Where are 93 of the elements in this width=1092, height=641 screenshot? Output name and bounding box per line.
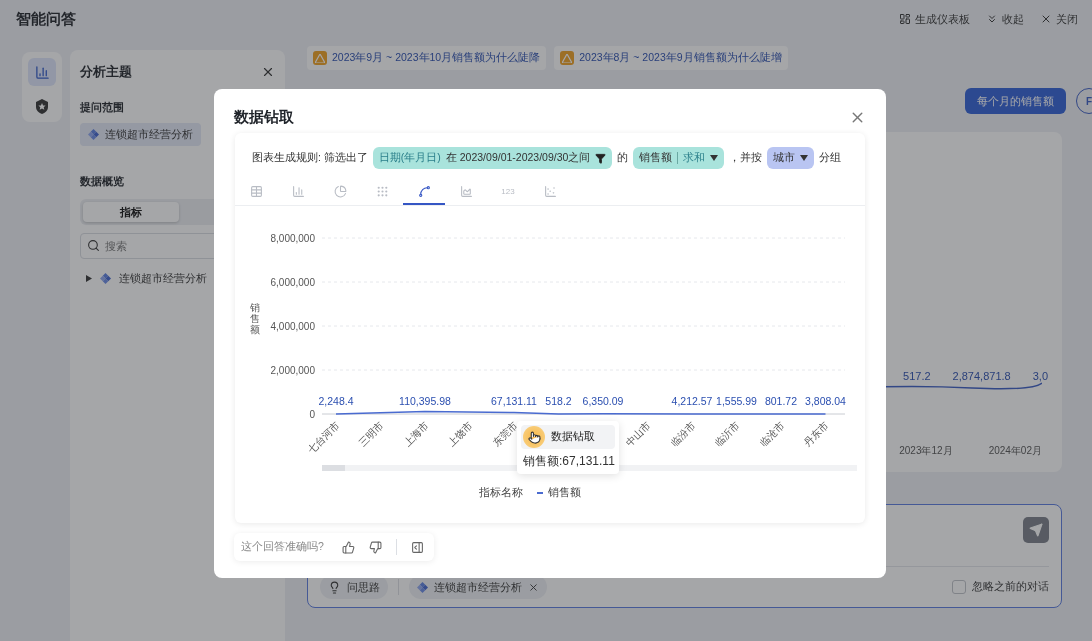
dashboard-icon <box>899 13 911 25</box>
data-label: 3,808.04 <box>805 395 846 407</box>
axis-category-label: 临沧市 <box>757 419 787 449</box>
data-label: 4,212.57 <box>671 395 713 407</box>
data-label: 518.2 <box>545 395 572 407</box>
segment-tab[interactable]: 指标 <box>83 202 179 222</box>
filter-icon <box>595 152 607 164</box>
group-pill[interactable]: 城市 <box>767 147 815 169</box>
header-action[interactable]: 关闭 <box>1040 11 1078 27</box>
bar-chart-icon <box>34 64 50 80</box>
axis-category-label: 临沂市 <box>712 419 742 449</box>
axis-category-label: 东莞市 <box>490 419 520 449</box>
axis-category-label: 中山市 <box>623 419 653 449</box>
data-label: 6,350.09 <box>582 395 624 407</box>
search-icon <box>87 239 100 252</box>
close-icon <box>1040 13 1052 25</box>
panel-icon <box>410 540 424 554</box>
expand-caret-icon[interactable] <box>86 275 92 282</box>
filter-pill[interactable]: 日期(年月日) 在 2023/09/01-2023/09/30之间 <box>372 147 613 169</box>
star-badge-icon <box>35 98 49 114</box>
close-icon <box>261 65 275 79</box>
axis-title: 销售额 <box>250 302 260 335</box>
close-button[interactable] <box>261 65 275 79</box>
measure-pill[interactable]: 销售额 求和 <box>633 147 725 169</box>
axis-category-label: 丹东市 <box>801 419 831 449</box>
warning-icon <box>313 51 327 65</box>
data-label: 1,555.99 <box>716 395 757 407</box>
header-action[interactable]: 收起 <box>986 11 1024 27</box>
table-icon <box>249 184 263 198</box>
data-label: 517.2 <box>903 370 931 382</box>
data-label: 3,0 <box>1032 370 1048 382</box>
rule-text: ，并按 <box>729 151 763 165</box>
axis-tick-label: 4,000,000 <box>270 321 315 332</box>
rule-text: 图表生成规则: 筛选出了 <box>252 151 368 165</box>
axis-category-label: 上海市 <box>401 419 431 449</box>
axis-tick-label: 2,000,000 <box>270 365 315 376</box>
bar-chart-icon <box>291 184 305 198</box>
data-label: 67,131.11 <box>491 395 537 407</box>
lightbulb-icon <box>328 580 341 594</box>
feedback-question: 这个回答准确吗? <box>241 540 324 554</box>
axis-category-label: 上饶市 <box>445 419 475 449</box>
axis-category-label: 2023年12月 <box>899 444 953 458</box>
axis-category-label: 三明市 <box>356 419 386 449</box>
rule-text: 的 <box>617 151 629 165</box>
tooltip-reading: 销售额:67,131.11 <box>522 453 615 470</box>
rail-button[interactable] <box>28 58 56 86</box>
legend-item[interactable]: 销售额 <box>537 486 581 500</box>
thumbs-down-icon <box>368 540 382 554</box>
chevrons-down-icon <box>986 13 998 25</box>
query-button[interactable]: 每个月的销售额 <box>965 88 1066 114</box>
tree-item[interactable]: 连锁超市经营分析 <box>119 271 207 286</box>
rule-text: 分组 <box>819 151 842 165</box>
axis-category-label: 七台河市 <box>305 419 342 456</box>
drill-button[interactable]: 数据钻取 <box>521 425 615 449</box>
topic-icon <box>100 273 111 284</box>
axis-tick-label: 6,000,000 <box>270 277 315 288</box>
topic-icon <box>88 129 99 140</box>
section-label: 提问范围 <box>80 100 125 115</box>
scatter-icon <box>543 184 557 198</box>
section-label: 数据概览 <box>80 174 125 189</box>
dialog-title: 数据钻取 <box>234 107 294 127</box>
axis-category-label: 2024年02月 <box>988 444 1042 458</box>
thumbs-up-icon <box>341 540 355 554</box>
scrollbar-thumb[interactable] <box>322 465 345 471</box>
send-icon <box>1029 523 1043 537</box>
panel-button[interactable] <box>410 540 424 554</box>
topic-icon <box>417 581 428 593</box>
header-action[interactable]: 生成仪表板 <box>899 11 970 27</box>
warning-icon <box>560 51 575 65</box>
data-label: 2,248.4 <box>318 395 354 407</box>
line-chart-icon <box>417 184 431 198</box>
pie-chart-icon <box>333 184 347 198</box>
thumbs-up-button[interactable] <box>341 540 355 554</box>
axis-category-label: 临汾市 <box>668 419 698 449</box>
legend-title: 指标名称 <box>479 486 523 500</box>
thumbs-down-button[interactable] <box>368 540 382 554</box>
panel-title: 分析主题 <box>80 63 132 81</box>
checkbox[interactable] <box>952 580 966 594</box>
caret-icon <box>800 155 809 161</box>
suggestion-chip[interactable]: 2023年9月 ~ 2023年10月销售额为什么陡降 <box>307 46 547 70</box>
remove-icon[interactable] <box>528 581 539 593</box>
area-chart-icon <box>459 184 473 198</box>
axis-tick-label: 0 <box>309 409 315 420</box>
data-label: 2,874,871.8 <box>952 370 1011 382</box>
topic-chip[interactable]: 连锁超市经营分析 <box>80 123 201 146</box>
send-button[interactable] <box>1023 517 1049 543</box>
caret-icon <box>710 155 719 161</box>
data-label: 801.72 <box>764 395 798 407</box>
dots-icon <box>375 184 389 198</box>
suggestion-chip[interactable]: 2023年8月 ~ 2023年9月销售额为什么陡增 <box>554 46 788 70</box>
data-label: 110,395.98 <box>399 395 451 407</box>
app-title: 智能问答 <box>16 9 76 29</box>
checkbox-label: 忽略之前的对话 <box>972 580 1049 594</box>
